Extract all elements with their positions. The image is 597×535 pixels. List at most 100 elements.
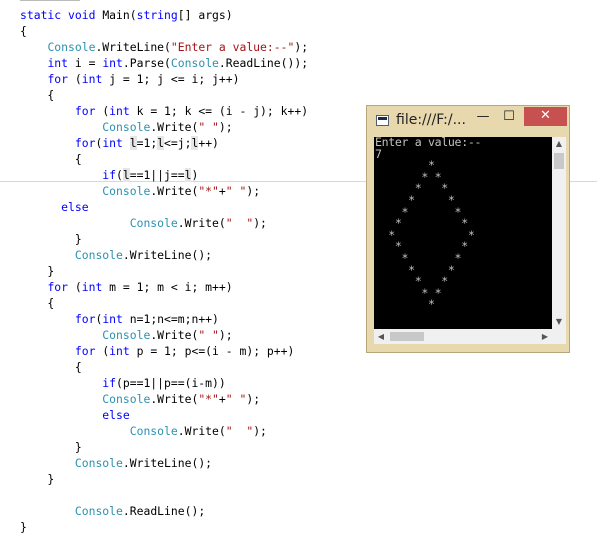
code-token: " " — [225, 216, 254, 230]
code-token: { — [20, 88, 55, 102]
console-output-area[interactable]: Enter a value:-- 7 * * * * * * * * * * *… — [374, 137, 552, 329]
scroll-up-arrow-icon[interactable]: ▲ — [552, 137, 566, 151]
code-token: int — [47, 56, 75, 70]
clipped-line-top — [20, 0, 80, 1]
code-line: Console.WriteLine(); — [20, 455, 212, 471]
code-token: int — [81, 72, 110, 86]
code-token: int — [102, 56, 123, 70]
code-line: Console.ReadLine(); — [20, 503, 205, 519]
code-token: [] args) — [177, 8, 233, 22]
console-app-icon — [376, 115, 389, 126]
code-token: Console — [74, 504, 123, 518]
code-token: l — [122, 168, 130, 182]
code-line: Console.Write(" "); — [20, 423, 267, 439]
code-token: } — [20, 264, 55, 278]
code-token: { — [20, 360, 82, 374]
code-token: ( — [116, 168, 123, 182]
code-token: Console — [74, 248, 123, 262]
code-token: for — [47, 280, 75, 294]
code-token: static — [20, 8, 69, 22]
code-line: for (int p = 1; p<=(i - m); p++) — [20, 343, 294, 359]
code-line: Console.Write(" "); — [20, 119, 233, 135]
code-line: Console.WriteLine(); — [20, 247, 212, 263]
code-line: } — [20, 471, 54, 487]
code-token: for — [74, 136, 96, 150]
horizontal-scroll-thumb[interactable] — [390, 332, 424, 341]
code-line: for (int k = 1; k <= (i - j); k++) — [20, 103, 308, 119]
code-token: ) — [191, 168, 199, 182]
code-token: else — [61, 200, 89, 214]
scroll-right-arrow-icon[interactable]: ▶ — [538, 329, 552, 344]
code-token: ); — [253, 424, 267, 438]
code-line: for (int j = 1; j <= i; j++) — [20, 71, 239, 87]
code-line: for (int m = 1; m < i; m++) — [20, 279, 232, 295]
console-window[interactable]: file:///F:/... — ☐ ✕ Enter a value:-- 7 … — [366, 105, 570, 353]
code-token: .Parse( — [122, 56, 171, 70]
code-token: } — [20, 232, 82, 246]
code-token: ); — [218, 120, 233, 134]
vertical-scrollbar[interactable]: ▲ ▼ — [552, 137, 566, 329]
code-token: j = 1; j <= i; j++) — [109, 72, 240, 86]
code-token: int — [102, 136, 130, 150]
horizontal-scrollbar[interactable]: ◀ ▶ — [374, 329, 552, 344]
code-token: ++) — [198, 136, 219, 150]
console-titlebar[interactable]: file:///F:/... — ☐ ✕ — [367, 106, 569, 136]
code-token: Console — [102, 328, 151, 342]
code-line: } — [20, 263, 54, 279]
code-token: "*" — [198, 184, 219, 198]
code-token: =1; — [136, 136, 158, 150]
code-token: ); — [253, 216, 267, 230]
code-token: + — [218, 392, 226, 406]
scroll-down-arrow-icon[interactable]: ▼ — [552, 315, 566, 329]
code-token: string — [136, 8, 178, 22]
code-token: " " — [225, 184, 247, 198]
code-line: { — [20, 295, 54, 311]
code-token: int — [109, 344, 137, 358]
code-line: int i = int.Parse(Console.ReadLine()); — [20, 55, 308, 71]
code-token: } — [20, 440, 82, 454]
code-line: } — [20, 439, 82, 455]
code-token: for — [74, 344, 103, 358]
code-token: { — [20, 24, 27, 38]
minimize-button[interactable]: — — [470, 108, 496, 128]
maximize-button[interactable]: ☐ — [496, 108, 522, 128]
code-token: for — [74, 312, 96, 326]
code-token: .Write( — [150, 328, 199, 342]
code-token: ); — [246, 392, 261, 406]
code-token: " " — [198, 328, 219, 342]
console-output-text: Enter a value:-- 7 * * * * * * * * * * *… — [375, 137, 482, 312]
code-token: { — [20, 296, 55, 310]
code-token: Console — [74, 456, 123, 470]
resize-grip[interactable] — [552, 329, 566, 344]
code-line: for(int l=1;l<=j;l++) — [20, 135, 219, 151]
close-button[interactable]: ✕ — [524, 107, 567, 126]
code-token: p = 1; p<=(i - m); p++) — [136, 344, 295, 358]
code-token: (p==1||p==(i-m)) — [116, 376, 226, 390]
code-token: i = — [74, 56, 103, 70]
code-line: Console.Write(" "); — [20, 327, 232, 343]
code-token: .WriteLine( — [95, 40, 171, 54]
vertical-scroll-thumb[interactable] — [554, 153, 564, 169]
code-line: static void Main(string[] args) — [20, 7, 233, 23]
code-line: for(int n=1;n<=m;n++) — [20, 311, 219, 327]
code-token: ( — [74, 72, 82, 86]
code-token: int — [81, 280, 110, 294]
scroll-left-arrow-icon[interactable]: ◀ — [374, 329, 388, 344]
code-line: } — [20, 519, 27, 535]
code-token: if — [102, 376, 117, 390]
code-token: Console — [129, 216, 178, 230]
code-line: else — [20, 407, 129, 423]
